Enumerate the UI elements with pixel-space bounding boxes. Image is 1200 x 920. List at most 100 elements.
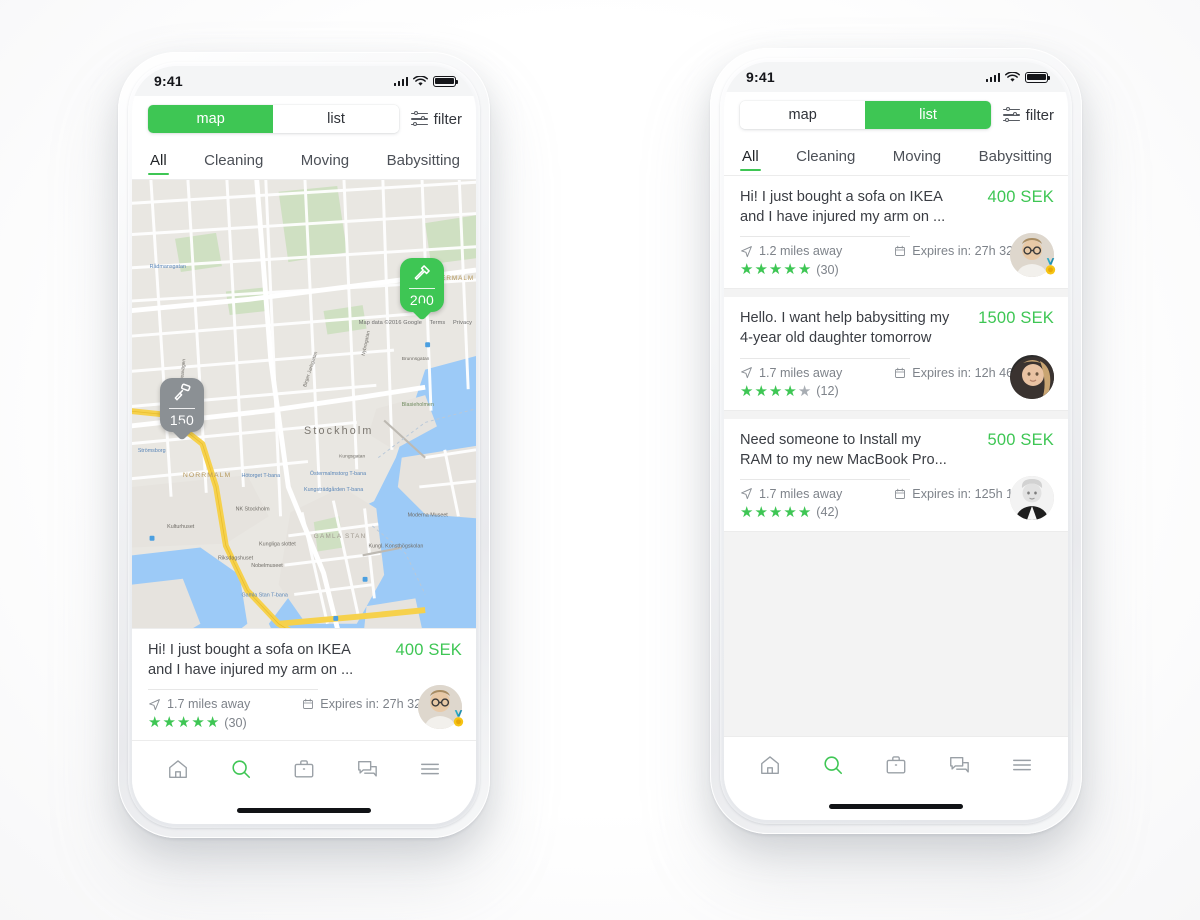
home-indicator[interactable] (237, 807, 371, 813)
nav-menu[interactable] (415, 755, 445, 783)
job-title: Hi! I just bought a sofa on IKEA and I h… (148, 641, 354, 678)
category-tab-moving[interactable]: Moving (299, 145, 351, 176)
category-tab-babysitting[interactable]: Babysitting (385, 145, 462, 176)
nav-home[interactable] (163, 755, 193, 783)
category-tab-all[interactable]: All (148, 145, 169, 176)
list-item[interactable]: Hello. I want help babysitting my 4-year… (724, 297, 1068, 411)
star-icon: ★ (783, 261, 797, 279)
job-expires-text: Expires in: 27h 32m (320, 697, 432, 711)
svg-text:Nobelmuseet: Nobelmuseet (251, 563, 283, 569)
home-indicator-area (132, 796, 476, 824)
job-price: 1500 SEK (978, 309, 1054, 328)
svg-text:Strömsborg: Strömsborg (138, 448, 166, 454)
category-tabs: All Cleaning Moving Babysitting (724, 138, 1068, 176)
category-tab-cleaning[interactable]: Cleaning (794, 141, 857, 172)
avatar[interactable] (1010, 475, 1054, 520)
star-icon: ★ (148, 714, 162, 731)
review-count: (30) (816, 262, 839, 277)
star-rating: ★ ★ ★ ★ ★ (148, 715, 219, 730)
star-icon: ★ (768, 382, 783, 400)
svg-text:GAMLA STAN: GAMLA STAN (314, 533, 367, 540)
job-card-header: Need someone to Install my RAM to my new… (740, 430, 1054, 470)
tab-list[interactable]: list (273, 105, 399, 133)
filter-sliders-icon (1002, 107, 1020, 123)
navigation-arrow-icon (741, 245, 752, 257)
filter-sliders-icon (410, 111, 428, 127)
map-privacy-link[interactable]: Privacy (453, 320, 472, 326)
star-icon: ★ (754, 261, 768, 279)
search-icon (824, 755, 842, 774)
job-title: Need someone to Install my RAM to my new… (740, 431, 947, 468)
svg-text:Kungsträdgården T-bana: Kungsträdgården T-bana (304, 486, 363, 493)
nav-search[interactable] (818, 751, 848, 779)
tab-map[interactable]: map (148, 105, 274, 133)
cellular-bars-icon (985, 72, 1000, 82)
filter-button[interactable]: filter (409, 111, 462, 128)
briefcase-icon (886, 755, 906, 773)
category-tabs: All Cleaning Moving Babysitting (132, 142, 476, 180)
map-pin-hammer[interactable]: 200 (400, 258, 444, 312)
category-tab-babysitting[interactable]: Babysitting (977, 141, 1054, 172)
job-card-header: Hi! I just bought a sofa on IKEA and I h… (148, 640, 462, 680)
paint-roller-icon (160, 378, 204, 408)
job-rating: ★ ★ ★ ★ ★ (12) (740, 384, 1054, 399)
job-distance: 1.7 miles away (148, 697, 250, 711)
star-icon: ★ (754, 503, 768, 521)
job-card-header: Hello. I want help babysitting my 4-year… (740, 308, 1054, 348)
filter-label: filter (433, 110, 462, 128)
map-pin-paint-roller[interactable]: 150 (160, 378, 204, 432)
map-job-card[interactable]: Hi! I just bought a sofa on IKEA and I h… (132, 627, 476, 740)
nav-chat[interactable] (944, 751, 974, 779)
nav-jobs[interactable] (881, 751, 911, 779)
nav-chat[interactable] (352, 755, 382, 783)
category-tab-all[interactable]: All (740, 141, 761, 172)
calendar-icon (895, 246, 906, 257)
svg-text:Brunnsgatan: Brunnsgatan (402, 356, 430, 362)
map-terms-link[interactable]: Terms (430, 320, 446, 326)
svg-text:Kulturhuset: Kulturhuset (167, 524, 195, 530)
job-title: Hello. I want help babysitting my 4-year… (740, 310, 950, 347)
medal-badge-icon (453, 710, 464, 727)
job-list[interactable]: Hi! I just bought a sofa on IKEA and I h… (724, 176, 1068, 736)
chat-icon (358, 760, 378, 777)
calendar-icon (303, 698, 314, 709)
map-list-segmented-control[interactable]: map list (148, 105, 399, 133)
job-distance-text: 1.2 miles away (759, 244, 843, 259)
nav-jobs[interactable] (289, 755, 319, 783)
tab-map[interactable]: map (740, 101, 866, 129)
star-icon: ★ (740, 382, 754, 400)
job-price: 400 SEK (987, 188, 1054, 206)
wifi-icon (413, 75, 428, 86)
battery-icon (1025, 71, 1051, 83)
job-rating: ★ ★ ★ ★ ★ (30) (740, 262, 1054, 277)
nav-home[interactable] (755, 751, 785, 779)
star-icon: ★ (797, 382, 812, 400)
star-rating: ★ ★ ★ ★ ★ (740, 384, 811, 399)
list-item[interactable]: Hi! I just bought a sofa on IKEA and I h… (724, 176, 1068, 290)
map-canvas[interactable]: Stockholm NORRMALM ÖSTERMALM GAMLA STAN … (132, 180, 476, 628)
svg-text:Kungsgatan: Kungsgatan (339, 454, 365, 460)
avatar[interactable] (1010, 354, 1054, 399)
nav-menu[interactable] (1007, 751, 1037, 779)
job-meta-row: 1.7 miles away Expires in: 27h 32m (148, 697, 462, 711)
avatar-woman-blonde (1010, 354, 1054, 399)
bottom-navigation (724, 736, 1068, 792)
pin-amount: 150 (169, 412, 195, 429)
status-indicators (985, 71, 1051, 83)
star-icon: ★ (797, 261, 812, 279)
home-indicator[interactable] (829, 803, 963, 809)
tab-list[interactable]: list (865, 101, 991, 129)
home-indicator-area (724, 792, 1068, 820)
search-icon (232, 759, 250, 778)
job-meta-row: 1.7 miles away Expires in: 125h 12m (740, 487, 1054, 501)
bottom-navigation (132, 740, 476, 796)
svg-text:Kungliga slottet: Kungliga slottet (259, 542, 296, 548)
list-item[interactable]: Need someone to Install my RAM to my new… (724, 418, 1068, 532)
nav-search[interactable] (226, 755, 256, 783)
job-price: 500 SEK (987, 430, 1054, 449)
category-tab-moving[interactable]: Moving (891, 141, 943, 172)
map-list-segmented-control[interactable]: map list (740, 101, 991, 129)
filter-button[interactable]: filter (1001, 107, 1054, 124)
category-tab-cleaning[interactable]: Cleaning (202, 145, 265, 176)
svg-text:Gamla Stan T-bana: Gamla Stan T-bana (241, 592, 287, 598)
